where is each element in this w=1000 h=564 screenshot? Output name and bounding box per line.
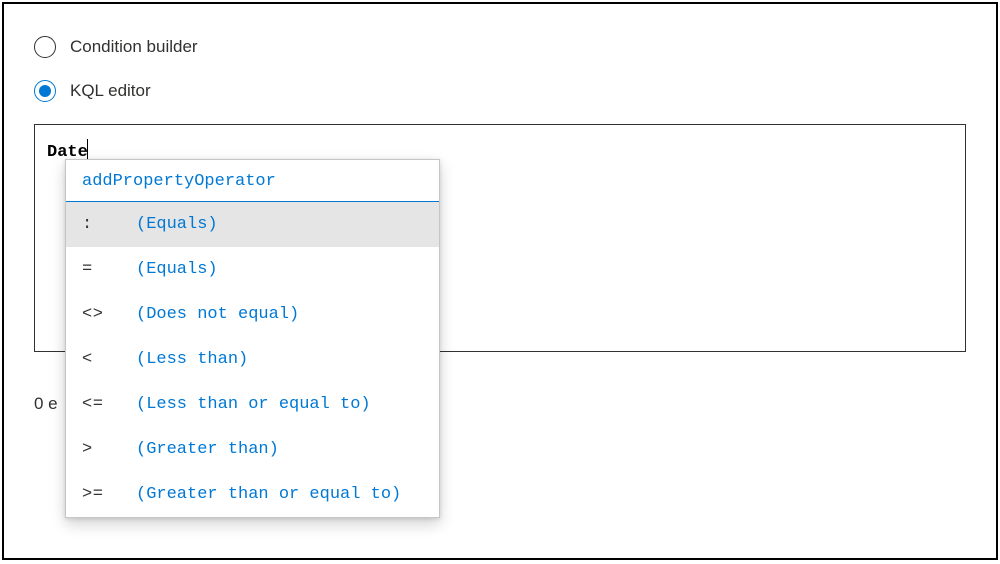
operator-symbol: > [82, 440, 136, 459]
operator-desc: (Less than or equal to) [136, 395, 371, 414]
kql-editor-textarea[interactable]: Date addPropertyOperator : (Equals) = (E… [34, 124, 966, 352]
operator-symbol: >= [82, 485, 136, 504]
operator-desc: (Does not equal) [136, 305, 299, 324]
operator-desc: (Equals) [136, 215, 218, 234]
operator-symbol: <= [82, 395, 136, 414]
radio-label: Condition builder [70, 37, 198, 57]
operator-desc: (Greater than) [136, 440, 279, 459]
dropdown-header: addPropertyOperator [66, 160, 439, 202]
dropdown-item-less-than-equal[interactable]: <= (Less than or equal to) [66, 382, 439, 427]
dropdown-item-not-equal[interactable]: <> (Does not equal) [66, 292, 439, 337]
dropdown-item-less-than[interactable]: < (Less than) [66, 337, 439, 382]
operator-symbol: <> [82, 305, 136, 324]
operator-symbol: < [82, 350, 136, 369]
radio-label: KQL editor [70, 81, 151, 101]
dropdown-item-equals[interactable]: = (Equals) [66, 247, 439, 292]
radio-condition-builder[interactable]: Condition builder [34, 36, 966, 58]
radio-editor-panel: Condition builder KQL editor Date addPro… [2, 2, 998, 560]
radio-circle-icon [34, 80, 56, 102]
operator-desc: (Greater than or equal to) [136, 485, 401, 504]
dropdown-item-greater-than-equal[interactable]: >= (Greater than or equal to) [66, 472, 439, 517]
operator-symbol: = [82, 260, 136, 279]
operator-desc: (Less than) [136, 350, 248, 369]
dropdown-item-greater-than[interactable]: > (Greater than) [66, 427, 439, 472]
operator-symbol: : [82, 215, 136, 234]
content-area: Condition builder KQL editor Date addPro… [4, 4, 996, 414]
radio-kql-editor[interactable]: KQL editor [34, 80, 966, 102]
dropdown-item-colon-equals[interactable]: : (Equals) [66, 202, 439, 247]
operator-dropdown: addPropertyOperator : (Equals) = (Equals… [65, 159, 440, 518]
radio-group: Condition builder KQL editor [34, 36, 966, 102]
radio-circle-icon [34, 36, 56, 58]
operator-desc: (Equals) [136, 260, 218, 279]
